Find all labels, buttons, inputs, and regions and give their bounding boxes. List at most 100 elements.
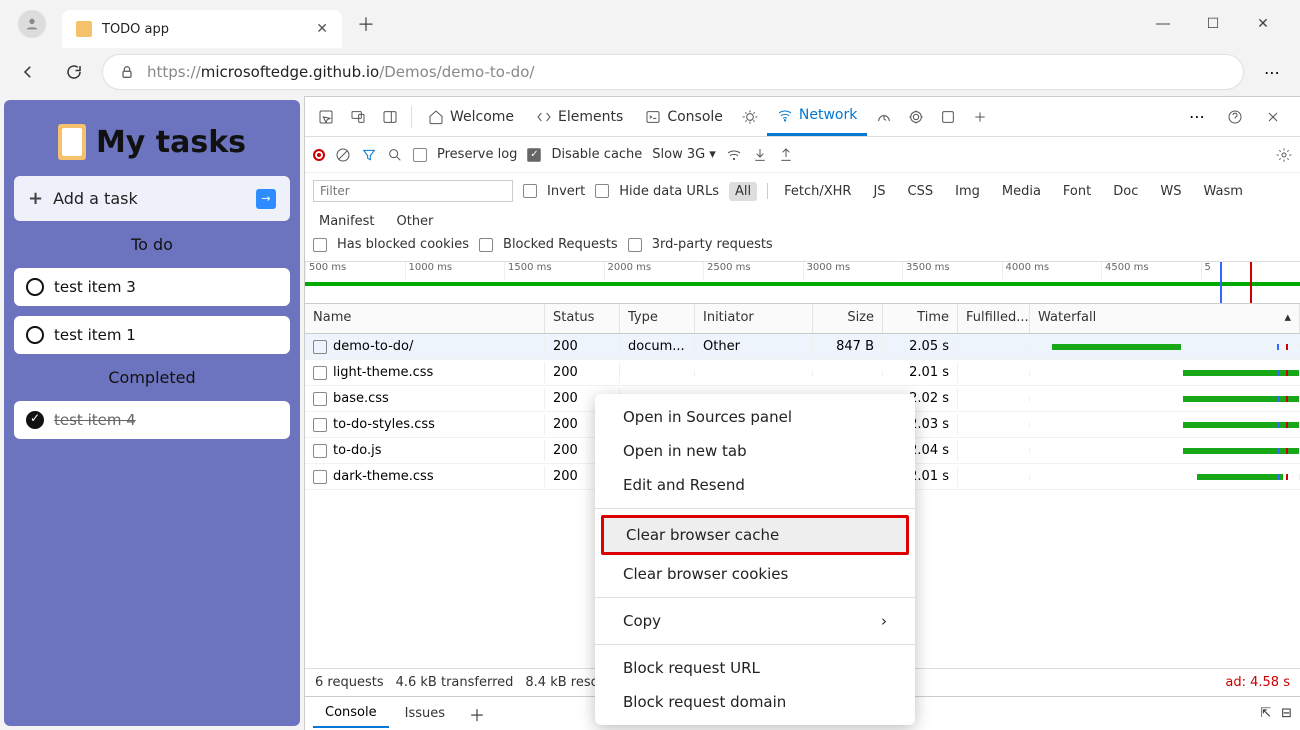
- more-tabs-button[interactable]: [965, 102, 995, 132]
- tab-close-icon[interactable]: ✕: [316, 21, 328, 37]
- menu-clear-cookies[interactable]: Clear browser cookies: [595, 557, 915, 591]
- devtools-tabstrip: Welcome Elements Console Network ⋯: [305, 97, 1300, 137]
- summary-transferred: 4.6 kB transferred: [396, 675, 514, 690]
- task-item[interactable]: test item 4: [14, 401, 290, 439]
- debug-icon[interactable]: [735, 102, 765, 132]
- checkbox-checked-icon[interactable]: [26, 411, 44, 429]
- settings-icon[interactable]: [1276, 147, 1292, 163]
- window-titlebar: TODO app ✕ ＋ ― ☐ ✕: [0, 0, 1300, 48]
- header-name[interactable]: Name: [305, 304, 545, 333]
- filter-type[interactable]: Font: [1057, 182, 1097, 201]
- filter-type[interactable]: JS: [867, 182, 891, 201]
- filter-type[interactable]: WS: [1154, 182, 1187, 201]
- menu-block-url[interactable]: Block request URL: [595, 651, 915, 685]
- tab-elements[interactable]: Elements: [526, 97, 633, 136]
- close-button[interactable]: ✕: [1248, 16, 1278, 32]
- filter-type[interactable]: Media: [996, 182, 1047, 201]
- section-todo-label: To do: [14, 231, 290, 258]
- drawer-close-icon[interactable]: ⊟: [1281, 706, 1292, 721]
- inspect-icon[interactable]: [311, 102, 341, 132]
- add-task-input[interactable]: + Add a task →: [14, 176, 290, 221]
- import-icon[interactable]: [752, 147, 768, 163]
- header-size[interactable]: Size: [813, 304, 883, 333]
- menu-copy[interactable]: Copy›: [595, 604, 915, 638]
- filter-icon[interactable]: [361, 147, 377, 163]
- header-time[interactable]: Time: [883, 304, 958, 333]
- filter-input[interactable]: [313, 180, 513, 202]
- file-icon: [313, 392, 327, 406]
- timeline-activity-bar: [305, 282, 1300, 286]
- header-status[interactable]: Status: [545, 304, 620, 333]
- search-icon[interactable]: [387, 147, 403, 163]
- menu-block-domain[interactable]: Block request domain: [595, 685, 915, 719]
- wifi-icon[interactable]: [726, 147, 742, 163]
- dock-icon[interactable]: [375, 102, 405, 132]
- minimize-button[interactable]: ―: [1148, 16, 1178, 32]
- invert-checkbox[interactable]: [523, 184, 537, 198]
- menu-clear-cache[interactable]: Clear browser cache: [604, 518, 906, 552]
- application-icon[interactable]: [933, 102, 963, 132]
- todo-app: My tasks + Add a task → To do test item …: [4, 100, 300, 726]
- drawer-tab-issues[interactable]: Issues: [393, 700, 457, 727]
- browser-more-button[interactable]: ⋯: [1254, 54, 1290, 90]
- checkbox-icon[interactable]: [26, 326, 44, 344]
- filter-type[interactable]: CSS: [902, 182, 940, 201]
- new-tab-button[interactable]: ＋: [350, 8, 382, 40]
- devtools-more-button[interactable]: ⋯: [1182, 102, 1212, 132]
- table-row[interactable]: demo-to-do/ 200 docum... Other 847 B 2.0…: [305, 334, 1300, 360]
- refresh-button[interactable]: [56, 54, 92, 90]
- drawer-tab-console[interactable]: Console: [313, 699, 389, 728]
- network-timeline[interactable]: 500 ms 1000 ms 1500 ms 2000 ms 2500 ms 3…: [305, 262, 1300, 304]
- header-fulfilled[interactable]: Fulfilled...: [958, 304, 1030, 333]
- menu-edit-resend[interactable]: Edit and Resend: [595, 468, 915, 502]
- task-item[interactable]: test item 1: [14, 316, 290, 354]
- address-bar[interactable]: https://microsoftedge.github.io/Demos/de…: [102, 54, 1244, 90]
- clipboard-icon: [58, 124, 86, 160]
- memory-icon[interactable]: [901, 102, 931, 132]
- disable-cache-checkbox[interactable]: [527, 148, 541, 162]
- tab-console[interactable]: Console: [635, 97, 733, 136]
- table-row[interactable]: light-theme.css 200 2.01 s: [305, 360, 1300, 386]
- header-initiator[interactable]: Initiator: [695, 304, 813, 333]
- drawer-add-tab[interactable]: ＋: [461, 702, 493, 726]
- performance-icon[interactable]: [869, 102, 899, 132]
- maximize-button[interactable]: ☐: [1198, 16, 1228, 32]
- browser-tab[interactable]: TODO app ✕: [62, 10, 342, 48]
- checkbox-icon[interactable]: [26, 278, 44, 296]
- filter-type[interactable]: Fetch/XHR: [778, 182, 857, 201]
- header-waterfall[interactable]: Waterfall▴: [1030, 304, 1300, 333]
- menu-open-sources[interactable]: Open in Sources panel: [595, 400, 915, 434]
- help-icon[interactable]: [1220, 102, 1250, 132]
- filter-type[interactable]: Wasm: [1197, 182, 1248, 201]
- task-item[interactable]: test item 3: [14, 268, 290, 306]
- hide-data-urls-checkbox[interactable]: [595, 184, 609, 198]
- drawer-expand-icon[interactable]: ⇱: [1260, 706, 1271, 721]
- tab-network[interactable]: Network: [767, 97, 867, 136]
- task-name: test item 1: [54, 326, 136, 344]
- device-icon[interactable]: [343, 102, 373, 132]
- menu-open-tab[interactable]: Open in new tab: [595, 434, 915, 468]
- blocked-requests-checkbox[interactable]: [479, 238, 493, 252]
- export-icon[interactable]: [778, 147, 794, 163]
- lock-icon: [119, 64, 135, 80]
- devtools-close-button[interactable]: [1258, 102, 1288, 132]
- back-button[interactable]: [10, 54, 46, 90]
- third-party-checkbox[interactable]: [628, 238, 642, 252]
- throttle-select[interactable]: Slow 3G ▾: [652, 147, 715, 162]
- header-type[interactable]: Type: [620, 304, 695, 333]
- submit-task-icon[interactable]: →: [256, 189, 276, 209]
- profile-icon[interactable]: [18, 10, 46, 38]
- filter-type[interactable]: Img: [949, 182, 986, 201]
- file-icon: [313, 444, 327, 458]
- filter-type[interactable]: Doc: [1107, 182, 1144, 201]
- task-name: test item 4: [54, 411, 136, 429]
- filter-type[interactable]: Manifest: [313, 212, 380, 231]
- filter-type-all[interactable]: All: [729, 182, 757, 201]
- record-button[interactable]: [313, 149, 325, 161]
- tab-welcome[interactable]: Welcome: [418, 97, 524, 136]
- clear-icon[interactable]: [335, 147, 351, 163]
- blocked-cookies-checkbox[interactable]: [313, 238, 327, 252]
- filter-type[interactable]: Other: [390, 212, 439, 231]
- preserve-log-checkbox[interactable]: [413, 148, 427, 162]
- network-toolbar: Preserve log Disable cache Slow 3G ▾: [305, 137, 1300, 173]
